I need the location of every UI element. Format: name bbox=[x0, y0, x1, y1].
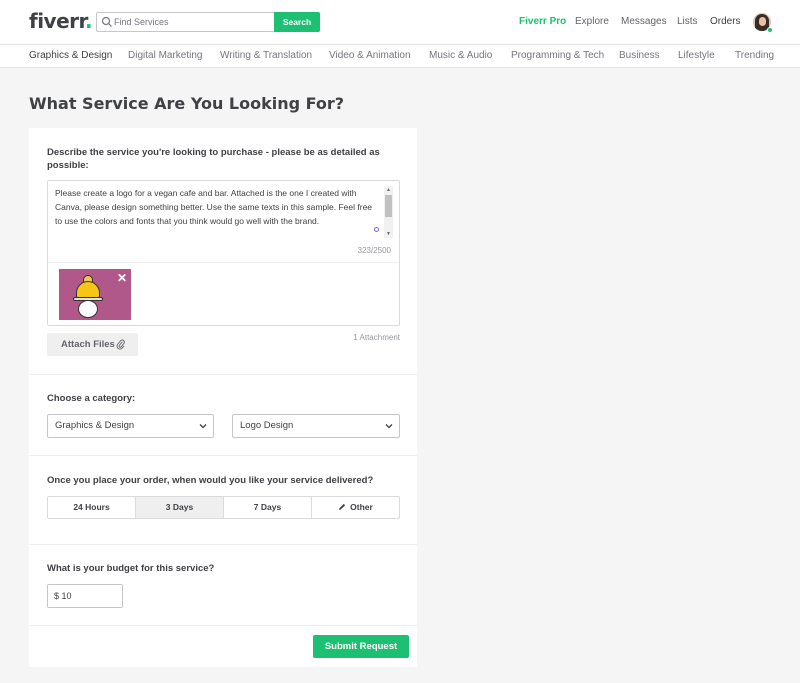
category-programming-tech[interactable]: Programming & Tech bbox=[511, 50, 604, 61]
nav-orders[interactable]: Orders bbox=[710, 16, 741, 27]
section-divider bbox=[29, 374, 417, 375]
scroll-up-icon[interactable]: ▲ bbox=[384, 186, 393, 194]
delivery-label: Once you place your order, when would yo… bbox=[47, 475, 374, 486]
category-select-value: Graphics & Design bbox=[55, 420, 135, 431]
category-music-audio[interactable]: Music & Audio bbox=[429, 50, 492, 61]
category-business[interactable]: Business bbox=[619, 50, 660, 61]
delivery-option-other[interactable]: Other bbox=[312, 497, 399, 518]
budget-input[interactable]: $ 10 bbox=[47, 584, 123, 608]
delivery-option-3-days[interactable]: 3 Days bbox=[136, 497, 224, 518]
paperclip-icon bbox=[116, 339, 125, 350]
online-status-dot bbox=[767, 27, 773, 33]
search-bar: Search bbox=[96, 12, 320, 32]
delivery-options: 24 Hours 3 Days 7 Days Other bbox=[47, 496, 400, 519]
category-nav: Graphics & Design Digital Marketing Writ… bbox=[0, 44, 800, 68]
category-trending[interactable]: Trending bbox=[735, 50, 774, 61]
describe-label: Describe the service you're looking to p… bbox=[47, 147, 380, 171]
search-icon bbox=[101, 16, 112, 27]
attachment-divider bbox=[48, 262, 399, 263]
nav-lists[interactable]: Lists bbox=[677, 16, 698, 27]
attach-files-button[interactable]: Attach Files bbox=[47, 333, 138, 356]
attachment-count: 1 Attachment bbox=[353, 333, 400, 342]
description-text[interactable]: Please create a logo for a vegan cafe an… bbox=[55, 186, 381, 242]
fiverr-logo[interactable]: fiverr. bbox=[29, 9, 93, 33]
budget-label: What is your budget for this service? bbox=[47, 563, 215, 574]
search-button[interactable]: Search bbox=[274, 12, 320, 32]
subcategory-select[interactable]: Logo Design bbox=[232, 414, 400, 438]
attach-files-label: Attach Files bbox=[61, 339, 115, 350]
remove-attachment-icon[interactable]: ✕ bbox=[117, 271, 127, 285]
section-divider bbox=[29, 455, 417, 456]
category-writing-translation[interactable]: Writing & Translation bbox=[220, 50, 312, 61]
request-form: Describe the service you're looking to p… bbox=[29, 128, 417, 667]
category-graphics-design[interactable]: Graphics & Design bbox=[29, 50, 112, 61]
description-scrollbar[interactable]: ▲ ▼ bbox=[384, 186, 393, 238]
submit-request-button[interactable]: Submit Request bbox=[313, 635, 409, 658]
subcategory-select-value: Logo Design bbox=[240, 420, 294, 431]
scroll-thumb[interactable] bbox=[385, 195, 392, 217]
delivery-option-other-label: Other bbox=[350, 502, 373, 512]
scroll-down-icon[interactable]: ▼ bbox=[384, 230, 393, 238]
nav-messages[interactable]: Messages bbox=[621, 16, 667, 27]
category-select[interactable]: Graphics & Design bbox=[47, 414, 214, 438]
top-header: fiverr. Search Fiverr Pro Explore Messag… bbox=[0, 0, 800, 44]
nav-fiverr-pro[interactable]: Fiverr Pro bbox=[519, 16, 566, 27]
search-input[interactable] bbox=[113, 13, 273, 31]
delivery-option-7-days[interactable]: 7 Days bbox=[224, 497, 312, 518]
chevron-down-icon bbox=[199, 424, 207, 429]
pencil-icon bbox=[339, 503, 346, 510]
category-video-animation[interactable]: Video & Animation bbox=[329, 50, 411, 61]
character-count: 323/2500 bbox=[357, 246, 391, 255]
attachment-thumbnail[interactable]: ✕ bbox=[59, 269, 131, 320]
category-label: Choose a category: bbox=[47, 393, 136, 404]
page-title: What Service Are You Looking For? bbox=[29, 94, 345, 113]
section-divider bbox=[29, 625, 417, 626]
section-divider bbox=[29, 544, 417, 545]
category-digital-marketing[interactable]: Digital Marketing bbox=[128, 50, 202, 61]
nav-explore[interactable]: Explore bbox=[575, 16, 609, 27]
grammar-check-icon[interactable] bbox=[374, 227, 379, 232]
chevron-down-icon bbox=[385, 424, 393, 429]
delivery-option-24-hours[interactable]: 24 Hours bbox=[48, 497, 136, 518]
description-textarea[interactable]: Please create a logo for a vegan cafe an… bbox=[47, 180, 400, 326]
category-lifestyle[interactable]: Lifestyle bbox=[678, 50, 715, 61]
